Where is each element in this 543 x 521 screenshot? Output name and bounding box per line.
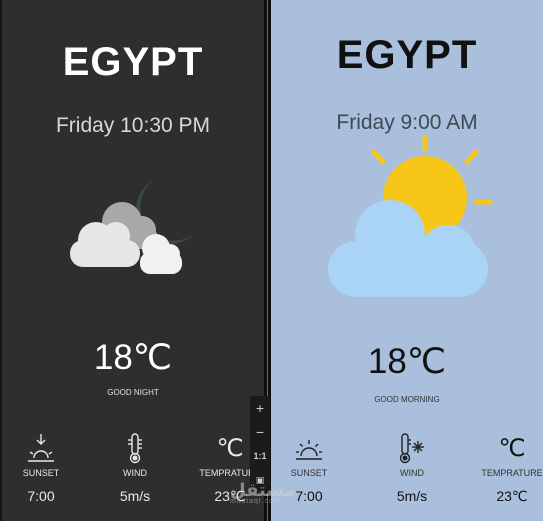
stats-row: SUNSET 7:00 WIND 5m/s ℃ TEMPRATURE 23℃ bbox=[271, 430, 543, 510]
watermark: مستقل mostaql.com bbox=[230, 480, 296, 505]
stat-sunset: SUNSET 7:00 bbox=[6, 430, 76, 504]
cloudy-night-icon bbox=[70, 180, 194, 274]
date-time: Friday 9:00 AM bbox=[336, 111, 478, 134]
date-time: Friday 10:30 PM bbox=[55, 114, 211, 137]
celsius-icon: ℃ bbox=[216, 435, 244, 462]
actual-size-button[interactable]: 1:1 bbox=[250, 444, 270, 468]
dark-weather-card: EGYPT Friday 10:30 PM 18℃ GOOD NIGHT SUN… bbox=[0, 0, 264, 521]
stat-value: 23℃ bbox=[496, 488, 528, 504]
thermometer-snow-icon bbox=[399, 433, 424, 464]
sunset-icon bbox=[28, 434, 54, 462]
stat-wind: WIND 5m/s bbox=[100, 430, 170, 504]
temperature: 18℃ bbox=[93, 338, 173, 377]
greeting: GOOD NIGHT bbox=[107, 388, 159, 397]
sunset-icon bbox=[296, 440, 322, 460]
stat-label: SUNSET bbox=[22, 468, 60, 478]
zoom-in-button[interactable]: + bbox=[250, 396, 270, 420]
stat-temperature: ℃ TEMPRATURE 23℃ bbox=[477, 430, 543, 505]
stat-value: 5m/s bbox=[396, 488, 428, 504]
country-name: EGYPT bbox=[336, 33, 478, 77]
stat-label: WIND bbox=[400, 468, 424, 478]
stat-label: SUNSET bbox=[290, 468, 328, 478]
greeting: GOOD MORNING bbox=[374, 395, 440, 404]
celsius-icon: ℃ bbox=[498, 435, 526, 462]
country-name: EGYPT bbox=[62, 40, 204, 84]
thermometer-icon bbox=[128, 433, 142, 464]
zoom-toolbar: + − 1:1 ▣ bbox=[250, 396, 270, 492]
temperature: 18℃ bbox=[367, 342, 447, 381]
stats-row: SUNSET 7:00 WIND 5m/s ℃ TEMPRATURE 23℃ bbox=[2, 430, 264, 510]
stat-label: WIND bbox=[123, 468, 147, 478]
partly-sunny-icon bbox=[328, 135, 493, 297]
stat-value: 5m/s bbox=[119, 488, 151, 504]
zoom-out-button[interactable]: − bbox=[250, 420, 270, 444]
stat-value: 7:00 bbox=[27, 488, 55, 504]
stat-label: TEMPRATURE bbox=[481, 468, 543, 478]
watermark-main: مستقل bbox=[230, 480, 296, 500]
stat-wind: WIND 5m/s bbox=[377, 430, 447, 504]
